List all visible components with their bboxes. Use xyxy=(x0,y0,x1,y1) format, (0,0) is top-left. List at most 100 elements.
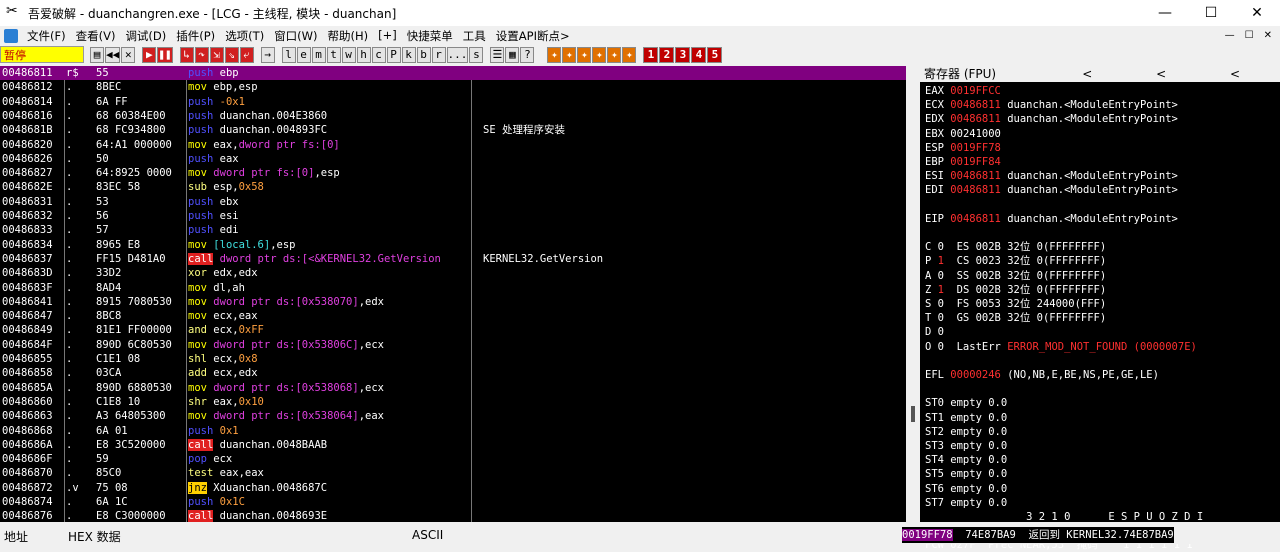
layout-button-2[interactable]: 2 xyxy=(659,46,675,63)
register-line[interactable]: ESI 00486811 duanchan.<ModuleEntryPoint> xyxy=(925,169,1178,183)
register-line[interactable]: O 0 LastErr ERROR_MOD_NOT_FOUND (0000007… xyxy=(925,340,1197,354)
disasm-row[interactable]: 00486832. 56 push esi xyxy=(0,209,906,223)
disasm-row[interactable]: 00486831. 53 push ebx xyxy=(0,195,906,209)
mdi-close-button[interactable]: ✕ xyxy=(1264,30,1272,41)
help-icon[interactable]: ? xyxy=(520,46,535,63)
plugin-icon-4[interactable]: ✦ xyxy=(592,46,607,63)
plugin-icon-1[interactable]: ✦ xyxy=(547,46,562,63)
step-over-icon[interactable]: ↷ xyxy=(194,46,209,63)
disassembly-pane[interactable]: 00486811 r$ 55 push ebp 00486812. 8BEC mov ebp… xyxy=(0,66,906,523)
window-button-0[interactable]: l xyxy=(281,46,296,63)
register-line[interactable]: EIP 00486811 duanchan.<ModuleEntryPoint> xyxy=(925,212,1178,226)
menu-item[interactable]: [+] xyxy=(373,28,402,44)
window-button-2[interactable]: m xyxy=(311,46,326,63)
close-file-icon[interactable]: ✕ xyxy=(121,46,136,63)
register-line[interactable]: A 0 SS 002B 32位 0(FFFFFFFF) xyxy=(925,269,1106,283)
menu-item[interactable]: 快捷菜单 xyxy=(402,28,458,44)
plugin-icon-5[interactable]: ✦ xyxy=(607,46,622,63)
window-icon[interactable]: ▦ xyxy=(505,46,520,63)
register-line[interactable]: C 0 ES 002B 32位 0(FFFFFFFF) xyxy=(925,240,1106,254)
disasm-row[interactable]: 0048686A. E8 3C520000 call duanchan.0048BA… xyxy=(0,438,906,452)
layout-button-4[interactable]: 4 xyxy=(691,46,707,63)
disasm-row[interactable]: 00486841. 8915 7080530 mov dword ptr ds:[0… xyxy=(0,295,906,309)
plugin-icon-2[interactable]: ✦ xyxy=(562,46,577,63)
window-button-4[interactable]: w xyxy=(341,46,356,63)
menu-item[interactable]: 选项(T) xyxy=(220,28,269,44)
disasm-row[interactable]: 00486812. 8BEC mov ebp,esp xyxy=(0,80,906,94)
disasm-row[interactable]: 00486816. 68 60384E00 push duanchan.004E38… xyxy=(0,109,906,123)
plugin-icon-6[interactable]: ✦ xyxy=(622,46,637,63)
menu-item[interactable]: 工具 xyxy=(458,28,491,44)
run-icon[interactable]: ▶ xyxy=(142,46,157,63)
step-into-icon[interactable]: ↳ xyxy=(179,46,194,63)
register-line[interactable]: ST4 empty 0.0 xyxy=(925,453,1007,467)
menu-item[interactable]: 文件(F) xyxy=(22,28,71,44)
register-line[interactable]: ECX 00486811 duanchan.<ModuleEntryPoint> xyxy=(925,98,1178,112)
menu-item[interactable]: 插件(P) xyxy=(171,28,220,44)
disassembly-scrollbar[interactable] xyxy=(906,66,920,522)
register-line[interactable]: EDX 00486811 duanchan.<ModuleEntryPoint> xyxy=(925,112,1178,126)
disasm-row[interactable]: 00486847. 8BC8 mov ecx,eax xyxy=(0,309,906,323)
window-button-3[interactable]: t xyxy=(326,46,341,63)
disasm-row[interactable]: 00486870. 85C0 test eax,eax xyxy=(0,466,906,480)
disasm-row[interactable]: 00486811 r$ 55 push ebp xyxy=(0,66,906,81)
disasm-row[interactable]: 00486849. 81E1 FF00000 and ecx,0xFF xyxy=(0,323,906,337)
disasm-row[interactable]: 00486820. 64:A1 000000 mov eax,dword ptr f… xyxy=(0,138,906,152)
register-line[interactable]: ST5 empty 0.0 xyxy=(925,467,1007,481)
menu-item[interactable]: 查看(V) xyxy=(71,28,121,44)
disasm-row[interactable]: 00486837. FF15 D481A0 call dword ptr ds:[<… xyxy=(0,252,906,266)
disasm-row[interactable]: 0048681B. 68 FC934800 push duanchan.004893… xyxy=(0,123,906,137)
goto-icon[interactable]: → xyxy=(260,46,275,63)
minimize-button[interactable]: — xyxy=(1142,0,1188,26)
register-line[interactable]: EDI 00486811 duanchan.<ModuleEntryPoint> xyxy=(925,183,1178,197)
window-button-1[interactable]: e xyxy=(296,46,311,63)
pause-icon[interactable]: ❚❚ xyxy=(157,46,173,63)
register-line[interactable]: ST1 empty 0.0 xyxy=(925,411,1007,425)
dump-ascii-header[interactable]: ASCII xyxy=(412,528,443,542)
window-button-9[interactable]: b xyxy=(416,46,431,63)
execute-till-return-icon[interactable]: ⤶ xyxy=(239,46,254,63)
window-button-12[interactable]: s xyxy=(469,46,484,63)
menu-item[interactable]: 设置API断点> xyxy=(491,28,575,44)
rewind-icon[interactable]: ◀◀ xyxy=(105,46,121,63)
window-button-7[interactable]: P xyxy=(386,46,401,63)
disasm-row[interactable]: 0048684F. 890D 6C80530 mov dword ptr ds:[0… xyxy=(0,338,906,352)
trace-into-icon[interactable]: ⇲ xyxy=(209,46,224,63)
layout-button-5[interactable]: 5 xyxy=(707,46,723,63)
register-line[interactable]: EAX 0019FFCC xyxy=(925,84,1001,98)
window-button-11[interactable]: ... xyxy=(446,46,469,63)
registers-pane[interactable]: 寄存器 (FPU) < < < EAX 0019FFCC ECX 00486811… xyxy=(920,66,1280,551)
layout-button-1[interactable]: 1 xyxy=(643,46,659,63)
plugin-icon-3[interactable]: ✦ xyxy=(577,46,592,63)
disasm-row[interactable]: 00486826. 50 push eax xyxy=(0,152,906,166)
disasm-row[interactable]: 00486858. 03CA add ecx,edx xyxy=(0,366,906,380)
mdi-minimize-button[interactable]: — xyxy=(1225,30,1235,41)
window-button-10[interactable]: r xyxy=(431,46,446,63)
window-button-5[interactable]: h xyxy=(356,46,371,63)
layout-button-3[interactable]: 3 xyxy=(675,46,691,63)
disasm-row[interactable]: 0048682E. 83EC 58 sub esp,0x58 xyxy=(0,180,906,194)
window-button-6[interactable]: c xyxy=(371,46,386,63)
register-line[interactable]: S 0 FS 0053 32位 244000(FFF) xyxy=(925,297,1106,311)
dump-address-header[interactable]: 地址 xyxy=(4,528,28,545)
register-line[interactable]: EFL 00000246 (NO,NB,E,BE,NS,PE,GE,LE) xyxy=(925,368,1159,382)
register-line[interactable]: ST6 empty 0.0 xyxy=(925,482,1007,496)
mdi-restore-button[interactable]: ☐ xyxy=(1245,30,1254,41)
system-menu-icon[interactable] xyxy=(4,28,18,43)
register-line[interactable]: T 0 GS 002B 32位 0(FFFFFFFF) xyxy=(925,311,1106,325)
dump-hex-header[interactable]: HEX 数据 xyxy=(68,528,121,545)
disasm-row[interactable]: 0048683F. 8AD4 mov dl,ah xyxy=(0,281,906,295)
register-line[interactable]: 3 2 1 0 E S P U O Z D I xyxy=(925,510,1203,524)
disasm-row[interactable]: 00486872 .v 75 08 jnz Xduanchan.0048687C xyxy=(0,481,906,495)
maximize-button[interactable]: ☐ xyxy=(1188,0,1234,26)
disasm-row[interactable]: 00486834. 8965 E8 mov [local.6],esp xyxy=(0,238,906,252)
register-line[interactable]: ST0 empty 0.0 xyxy=(925,396,1007,410)
close-button[interactable]: ✕ xyxy=(1234,0,1280,26)
disasm-row[interactable]: 00486868. 6A 01 push 0x1 xyxy=(0,424,906,438)
disasm-row[interactable]: 00486855. C1E1 08 shl ecx,0x8 xyxy=(0,352,906,366)
menu-item[interactable]: 调试(D) xyxy=(120,28,171,44)
disasm-row[interactable]: 00486860. C1E8 10 shr eax,0x10 xyxy=(0,395,906,409)
menu-item[interactable]: 帮助(H) xyxy=(323,28,374,44)
disasm-row[interactable]: 00486814. 6A FF push -0x1 xyxy=(0,95,906,109)
window-button-8[interactable]: k xyxy=(401,46,416,63)
